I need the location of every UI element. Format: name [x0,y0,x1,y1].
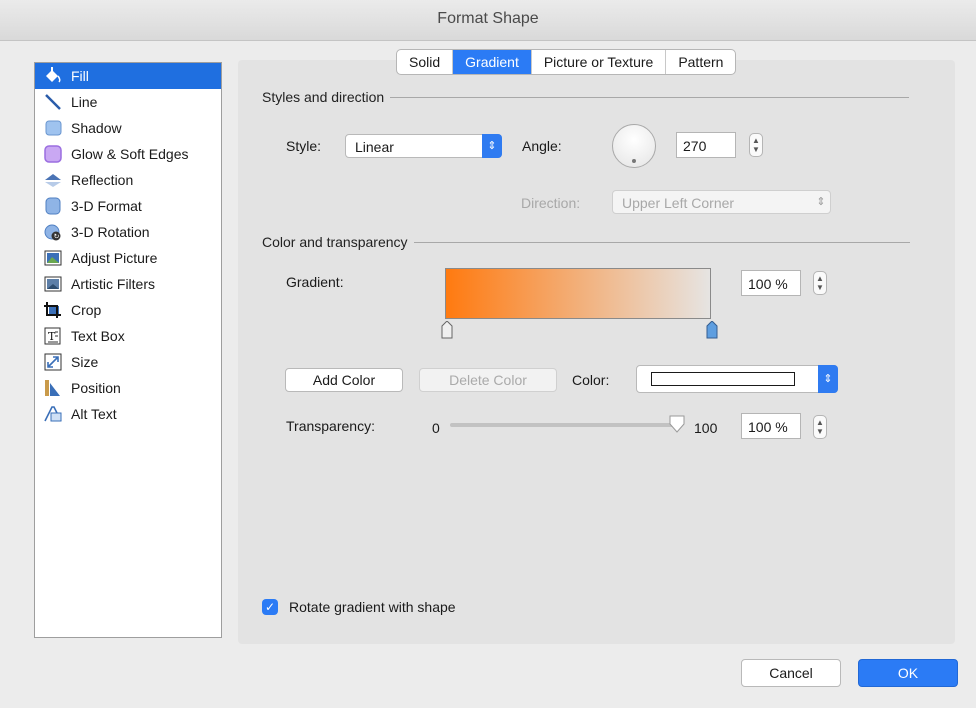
tab-picture-or-texture[interactable]: Picture or Texture [532,50,667,74]
sidebar-item-label: Position [71,380,121,396]
sidebar-item-text-box[interactable]: T Text Box [35,323,221,349]
section-divider [413,241,910,243]
color-heading-text: Color and transparency [262,234,408,250]
3d-rotation-icon: ↻ [43,223,63,241]
style-select-value: Linear [355,139,394,155]
sidebar-item-label: Alt Text [71,406,117,422]
angle-stepper[interactable]: ▲ ▼ [749,133,763,157]
sidebar-item-fill[interactable]: Fill [35,63,221,89]
direction-select[interactable]: Upper Left Corner ⇕ [612,190,831,214]
direction-label: Direction: [521,195,581,211]
sidebar-item-size[interactable]: Size [35,349,221,375]
reflection-icon [43,171,63,189]
position-icon [43,379,63,397]
sidebar-item-3d-format[interactable]: 3-D Format [35,193,221,219]
sidebar-item-crop[interactable]: Crop [35,297,221,323]
gradient-stop-right[interactable] [706,321,718,339]
color-swatch [651,372,795,386]
angle-field[interactable]: 270 [676,132,736,158]
transparency-slider-track[interactable] [450,423,682,427]
alt-text-icon [43,405,63,423]
sidebar-item-label: Line [71,94,98,110]
category-sidebar: Fill Line Shadow Glow & Soft Edges Refle… [34,62,222,638]
artistic-filters-icon [43,275,63,293]
sidebar-item-label: Crop [71,302,102,318]
sidebar-item-label: Artistic Filters [71,276,155,292]
delete-color-button[interactable]: Delete Color [419,368,557,392]
sidebar-item-label: Text Box [71,328,125,344]
sidebar-item-alt-text[interactable]: Alt Text [35,401,221,427]
title-bar: Format Shape [0,0,976,41]
sidebar-item-label: Size [71,354,99,370]
sidebar-item-label: 3-D Format [71,198,142,214]
tab-gradient[interactable]: Gradient [453,50,532,74]
chevron-updown-icon: ⇕ [482,134,502,158]
sidebar-item-glow[interactable]: Glow & Soft Edges [35,141,221,167]
line-icon [43,93,63,111]
svg-text:↻: ↻ [54,233,60,241]
color-picker[interactable]: ⇕ [636,365,838,393]
style-label: Style: [286,138,322,154]
sidebar-item-reflection[interactable]: Reflection [35,167,221,193]
direction-select-value: Upper Left Corner [622,195,735,211]
sidebar-item-artistic-filters[interactable]: Artistic Filters [35,271,221,297]
tab-pattern[interactable]: Pattern [666,50,735,74]
angle-label: Angle: [522,138,562,154]
rotate-gradient-checkbox[interactable]: ✓ [262,599,278,615]
sidebar-item-adjust-picture[interactable]: Adjust Picture [35,245,221,271]
glow-icon [43,145,63,163]
ok-button[interactable]: OK [858,659,958,687]
gradient-stop-left[interactable] [441,321,453,339]
gradient-stop-stepper[interactable]: ▲ ▼ [813,271,827,295]
transparency-field[interactable]: 100 % [741,413,801,439]
add-color-button[interactable]: Add Color [285,368,403,392]
gradient-label: Gradient: [286,274,344,290]
transparency-min-label: 0 [432,420,440,436]
paint-bucket-icon [43,67,63,85]
gradient-stop-position-field[interactable]: 100 % [741,270,801,296]
transparency-stepper[interactable]: ▲ ▼ [813,415,827,439]
angle-dial[interactable] [612,124,656,168]
sidebar-item-position[interactable]: Position [35,375,221,401]
gradient-preview-bar[interactable] [445,268,711,319]
3d-format-icon [43,197,63,215]
svg-text:T: T [48,330,56,343]
transparency-slider-thumb[interactable] [668,414,686,434]
transparency-label: Transparency: [286,418,375,434]
styles-section-heading: Styles and direction [262,89,910,105]
sidebar-item-label: Glow & Soft Edges [71,146,189,162]
adjust-picture-icon [43,249,63,267]
sidebar-item-label: Adjust Picture [71,250,158,266]
angle-dial-indicator [632,159,636,163]
sidebar-item-3d-rotation[interactable]: ↻ 3-D Rotation [35,219,221,245]
rotate-gradient-label: Rotate gradient with shape [289,599,456,615]
cancel-button[interactable]: Cancel [741,659,841,687]
tab-solid[interactable]: Solid [397,50,454,74]
sidebar-item-shadow[interactable]: Shadow [35,115,221,141]
sidebar-item-label: Reflection [71,172,134,188]
color-section-heading: Color and transparency [262,234,910,250]
size-icon [43,353,63,371]
style-select[interactable]: Linear ⇕ [345,134,502,158]
sidebar-item-label: Fill [71,68,89,84]
sidebar-item-line[interactable]: Line [35,89,221,115]
transparency-max-label: 100 [694,420,718,436]
sidebar-item-label: Shadow [71,120,122,136]
shadow-icon [43,119,63,137]
sidebar-item-label: 3-D Rotation [71,224,150,240]
window-title: Format Shape [437,10,539,27]
chevron-updown-icon: ⇕ [818,365,838,393]
color-label: Color: [572,372,610,388]
crop-icon [43,301,63,319]
fill-type-tabs: Solid Gradient Picture or Texture Patter… [396,49,737,75]
styles-heading-text: Styles and direction [262,89,385,105]
text-box-icon: T [43,327,63,345]
section-divider [390,96,910,98]
chevron-updown-icon: ⇕ [816,196,826,208]
